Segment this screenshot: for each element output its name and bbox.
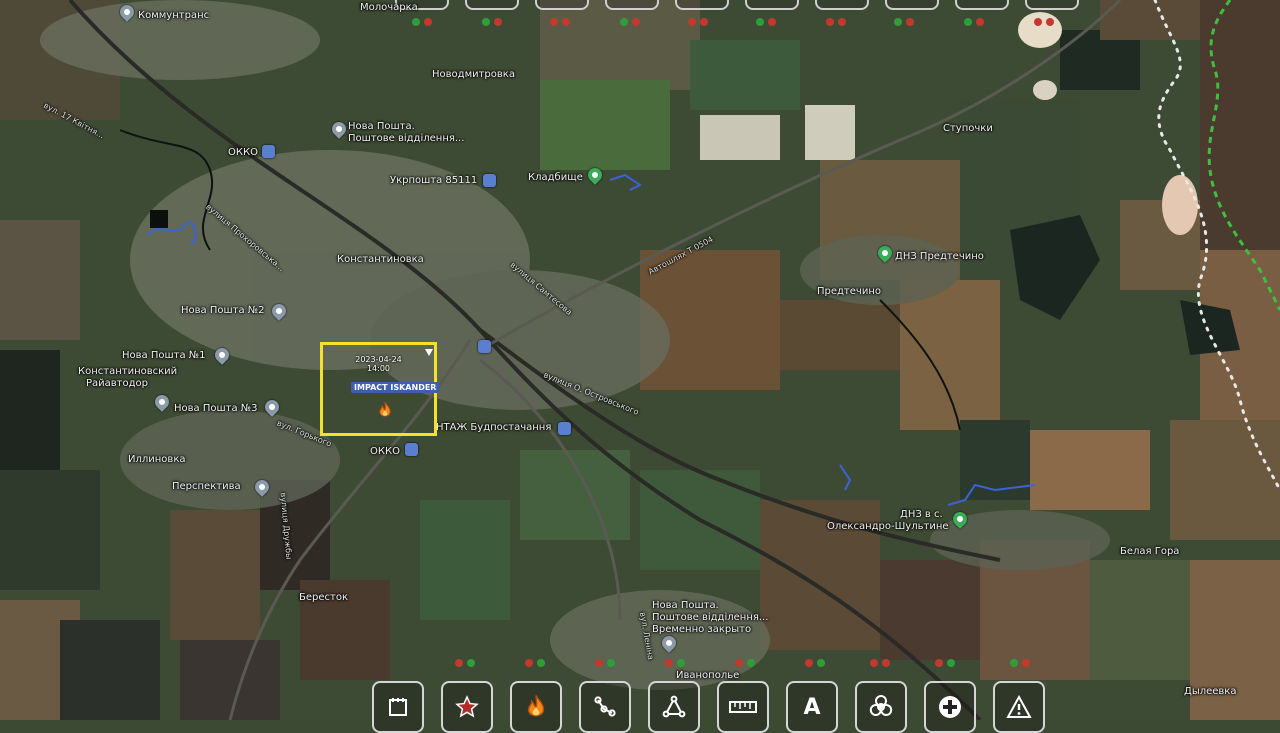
event-date: 2023-04-24 [355, 355, 402, 364]
map-label: Нова Пошта №2 [181, 305, 265, 316]
status-dots [805, 659, 825, 667]
text-icon: A [803, 694, 821, 720]
status-dots [620, 18, 640, 26]
status-dots [550, 18, 570, 26]
map-label: Константиновка [337, 254, 424, 265]
map-label: Иллиновка [128, 454, 186, 465]
biohazard-icon [869, 695, 893, 716]
map-label: Укрпошта 85111 [390, 175, 478, 186]
status-dots [826, 18, 846, 26]
ruler-button[interactable] [717, 681, 769, 733]
warning-icon [1006, 695, 1032, 718]
map-label: Нова Пошта. [652, 600, 719, 611]
ruler-icon [729, 701, 757, 713]
map-label: Райавтодор [86, 378, 149, 389]
medical-button[interactable] [924, 681, 976, 733]
impact-fire-icon[interactable] [376, 401, 394, 419]
map-label: Молочарка [360, 2, 418, 13]
status-dots [595, 659, 615, 667]
top-toolbar-button-8[interactable] [885, 0, 939, 10]
map-label: Кладбище [528, 172, 583, 183]
military-unit-button[interactable] [441, 681, 493, 733]
text-button[interactable]: A [786, 681, 838, 733]
status-dots [455, 659, 475, 667]
map-label: Константиновский [78, 366, 178, 377]
store-icon[interactable] [558, 422, 571, 435]
map-label: Белая Гора [1120, 546, 1180, 557]
fuel-station-icon[interactable] [405, 443, 418, 456]
map-label: Коммунтранс [138, 10, 210, 21]
triangle-route-icon [662, 695, 686, 718]
post-office-icon[interactable] [483, 174, 496, 187]
impact-highlight-box[interactable]: 2023-04-24 14:00 IMPACT ISKANDER [320, 342, 440, 436]
top-toolbar-button-10[interactable] [1025, 0, 1079, 10]
map-label: Перспектива [172, 481, 241, 492]
map-label: Ступочки [943, 123, 993, 134]
status-dots [756, 18, 776, 26]
biohazard-button[interactable] [855, 681, 907, 733]
pin-marker-icon [425, 349, 433, 356]
map-label: Нова Пошта. [348, 121, 415, 132]
status-dots [735, 659, 755, 667]
top-toolbar-button-3[interactable] [535, 0, 589, 10]
status-dots [1010, 659, 1030, 667]
status-dots [688, 18, 708, 26]
calendar-button[interactable] [372, 681, 424, 733]
map-label: ДНЗ в с. [900, 509, 943, 520]
polygon-button[interactable] [648, 681, 700, 733]
status-dots [1034, 18, 1054, 26]
top-toolbar-button-7[interactable] [815, 0, 869, 10]
map-label: Поштове відділення... [348, 133, 465, 144]
map-label: Временно закрыто [652, 624, 752, 635]
map-label: НТАЖ Будпостачання [436, 422, 552, 433]
top-toolbar-button-9[interactable] [955, 0, 1009, 10]
map-label: Нова Пошта №1 [122, 350, 206, 361]
status-dots [964, 18, 984, 26]
status-dots [935, 659, 955, 667]
map-label: ОККО [370, 446, 400, 457]
calendar-icon [389, 698, 407, 716]
status-dots [894, 18, 914, 26]
status-dots [482, 18, 502, 26]
top-toolbar-button-2[interactable] [465, 0, 519, 10]
route-button[interactable] [579, 681, 631, 733]
medical-cross-icon [939, 696, 961, 718]
fire-button[interactable] [510, 681, 562, 733]
map-label: Новодмитровка [432, 69, 515, 80]
top-toolbar-button-5[interactable] [675, 0, 729, 10]
map-label: ОККО [228, 147, 258, 158]
impact-label[interactable]: IMPACT ISKANDER [351, 382, 440, 393]
map-label: Предтечино [817, 286, 881, 297]
event-time: 14:00 [366, 364, 391, 373]
status-dots [870, 659, 890, 667]
star-icon [455, 695, 479, 718]
status-dots [525, 659, 545, 667]
map-label: ДНЗ Предтечино [895, 251, 984, 262]
status-dots [412, 18, 432, 26]
route-icon [594, 696, 616, 717]
map-label: Нова Пошта №3 [174, 403, 258, 414]
map-label: Олександро-Шультине [827, 521, 949, 532]
status-dots [665, 659, 685, 667]
top-toolbar-button-6[interactable] [745, 0, 799, 10]
map-label: Бересток [299, 592, 348, 603]
fire-icon [527, 695, 545, 717]
map-label: Дылеевка [1184, 686, 1237, 697]
top-toolbar-button-4[interactable] [605, 0, 659, 10]
fuel-station-icon[interactable] [262, 145, 275, 158]
transit-icon[interactable] [478, 340, 491, 353]
warning-button[interactable] [993, 681, 1045, 733]
map-label: Поштове відділення... [652, 612, 769, 623]
